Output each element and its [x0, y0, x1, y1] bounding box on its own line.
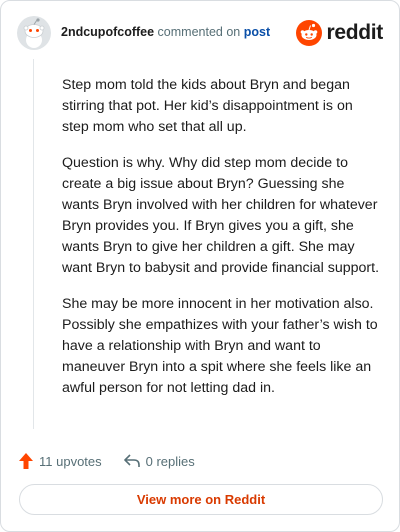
comment-paragraph: Question is why. Why did step mom decide… [62, 155, 380, 276]
comment-paragraph: Step mom told the kids about Bryn and be… [62, 77, 353, 135]
reddit-wordmark: reddit [326, 21, 383, 44]
byline-action-text: commented on [157, 25, 241, 39]
reply-button[interactable]: 0 replies [123, 453, 195, 469]
comment-actions: 11 upvotes 0 replies [19, 450, 217, 472]
username-link[interactable]: 2ndcupofcoffee [61, 25, 154, 39]
upvote-arrow-icon [19, 453, 33, 469]
upvote-count: 11 upvotes [39, 453, 102, 469]
comment-header: 2ndcupofcoffee commented on post reddit [17, 15, 383, 55]
comment-body: Step mom told the kids about Bryn and be… [62, 75, 380, 414]
reply-arrow-icon [123, 454, 140, 467]
post-link[interactable]: post [244, 25, 270, 39]
thread-line [33, 59, 34, 429]
reply-count: 0 replies [145, 453, 195, 469]
comment-byline: 2ndcupofcoffee commented on post [61, 25, 270, 39]
upvote-button[interactable]: 11 upvotes [19, 453, 102, 469]
view-more-button[interactable]: View more on Reddit [19, 484, 383, 515]
snoo-avatar-icon[interactable] [17, 16, 51, 50]
comment-embed-card: 2ndcupofcoffee commented on post reddit … [0, 0, 400, 532]
comment-paragraph: She may be more innocent in her motivati… [62, 296, 378, 396]
reddit-logo-icon [296, 20, 323, 46]
reddit-logo[interactable]: reddit [296, 19, 383, 47]
